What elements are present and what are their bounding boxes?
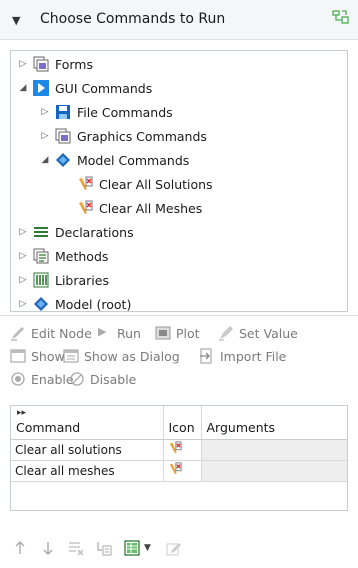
clear-icon [169, 462, 182, 475]
command-tree[interactable]: ▷ Forms ◢ GUI Commands ▷ File Commands ▷… [10, 50, 348, 312]
tree-item-gui-commands[interactable]: ◢ GUI Commands [17, 77, 152, 99]
tree-item-label: File Commands [77, 104, 173, 120]
show-as-dialog-icon [63, 349, 79, 363]
tree-item-graphics-commands[interactable]: ▷ Graphics Commands [39, 125, 207, 147]
libraries-icon [33, 272, 49, 288]
column-header-icon[interactable]: Icon [163, 406, 202, 440]
edit-node-button[interactable]: Edit Node [10, 325, 92, 341]
commands-table[interactable]: ▸▸ Command Icon Arguments Clear all solu… [10, 405, 348, 511]
tree-item-methods[interactable]: ▷ Methods [17, 245, 108, 267]
tree-item-label: Clear All Solutions [99, 176, 213, 192]
expand-arrow-icon[interactable]: ▷ [17, 59, 29, 69]
enable-button[interactable]: Enable [10, 371, 74, 387]
expand-arrow-icon[interactable]: ▷ [17, 299, 29, 309]
tree-item-label: Declarations [55, 224, 134, 240]
disable-icon [70, 372, 84, 386]
icon-cell[interactable] [163, 460, 202, 482]
tree-item-forms[interactable]: ▷ Forms [17, 53, 93, 75]
expand-arrow-icon[interactable]: ▷ [39, 131, 51, 141]
column-header-arguments[interactable]: Arguments [201, 406, 347, 440]
command-cell[interactable]: Clear all solutions [11, 439, 164, 461]
delete-icon[interactable] [68, 540, 84, 556]
tree-item-label: Forms [55, 56, 94, 72]
edit-node-icon [11, 327, 24, 341]
table-row[interactable]: Clear all meshes [11, 460, 347, 482]
expand-arrow-icon[interactable]: ▷ [17, 251, 29, 261]
collapse-arrow-icon[interactable]: ◢ [17, 83, 29, 93]
tree-item-label: Model (root) [55, 296, 132, 312]
bottom-toolbar: ▼ [12, 538, 194, 558]
import-file-label: Import File [220, 348, 287, 364]
forms-icon [33, 56, 49, 72]
tree-item-declarations[interactable]: ▷ Declarations [17, 221, 134, 243]
plot-button[interactable]: Plot [155, 325, 200, 341]
model-icon [56, 153, 70, 167]
table-icon[interactable] [124, 540, 140, 556]
move-up-icon[interactable] [12, 540, 28, 556]
set-value-icon [219, 326, 233, 341]
tree-item-label: Graphics Commands [77, 128, 207, 144]
set-value-label: Set Value [239, 325, 298, 341]
tree-item-model-root[interactable]: ▷ Model (root) [17, 293, 132, 315]
clear-icon [79, 200, 93, 214]
plot-icon [155, 326, 171, 340]
set-value-button[interactable]: Set Value [218, 325, 298, 341]
show-as-dialog-button[interactable]: Show as Dialog [63, 348, 180, 364]
tree-item-label: Methods [55, 248, 109, 264]
import-file-button[interactable]: Import File [199, 348, 286, 364]
save-icon [56, 105, 70, 119]
show-button[interactable]: Show [10, 348, 65, 364]
declarations-icon [34, 227, 48, 237]
tree-item-label: Clear All Meshes [99, 200, 203, 216]
expand-arrow-icon[interactable]: ▷ [17, 275, 29, 285]
icon-cell[interactable] [163, 439, 202, 461]
clear-icon [79, 176, 93, 190]
show-icon [10, 349, 26, 363]
run-label: Run [117, 325, 141, 341]
enable-icon [11, 372, 25, 386]
show-as-dialog-label: Show as Dialog [84, 348, 180, 364]
tree-item-label: Libraries [55, 272, 109, 288]
arguments-cell[interactable] [201, 460, 347, 482]
edit-node-label: Edit Node [31, 325, 92, 341]
edit-icon[interactable] [166, 540, 182, 556]
tree-item-clear-all-solutions[interactable]: Clear All Solutions [77, 173, 213, 195]
command-cell[interactable]: Clear all meshes [11, 460, 164, 482]
expand-arrow-icon[interactable]: ▷ [17, 227, 29, 237]
add-row-icon[interactable] [96, 540, 112, 556]
tree-item-label: Model Commands [77, 152, 190, 168]
separator [0, 315, 358, 316]
enable-label: Enable [31, 371, 74, 387]
model-icon [34, 297, 48, 311]
plot-label: Plot [176, 325, 200, 341]
methods-icon [33, 248, 49, 264]
disable-button[interactable]: Disable [69, 371, 136, 387]
collapse-arrow-icon[interactable]: ◢ [39, 155, 51, 165]
forms-icon [55, 128, 71, 144]
collapse-caret-icon[interactable]: ▼ [12, 14, 20, 27]
show-label: Show [31, 348, 65, 364]
expand-arrow-icon[interactable]: ▷ [39, 107, 51, 117]
fast-forward-icon: ▸▸ [17, 408, 27, 418]
gui-commands-icon [33, 80, 49, 96]
tree-item-model-commands[interactable]: ◢ Model Commands [39, 149, 190, 171]
arguments-cell[interactable] [201, 439, 347, 461]
table-row[interactable]: Clear all solutions [11, 439, 347, 461]
tree-item-label: GUI Commands [55, 80, 153, 96]
run-button[interactable]: ▶ Run [98, 325, 141, 341]
pin-icon[interactable] [332, 9, 350, 27]
move-down-icon[interactable] [40, 540, 56, 556]
import-file-icon [200, 348, 212, 364]
section-title: Choose Commands to Run [40, 11, 226, 27]
tree-item-clear-all-meshes[interactable]: Clear All Meshes [77, 197, 202, 219]
column-header-command[interactable]: Command [11, 406, 164, 440]
tree-item-libraries[interactable]: ▷ Libraries [17, 269, 109, 291]
disable-label: Disable [90, 371, 137, 387]
tree-item-file-commands[interactable]: ▷ File Commands [39, 101, 173, 123]
dropdown-arrow-icon[interactable]: ▼ [144, 540, 154, 556]
section-header[interactable]: ▼ Choose Commands to Run [0, 0, 358, 40]
run-icon: ▶ [98, 325, 107, 338]
clear-icon [169, 441, 182, 454]
